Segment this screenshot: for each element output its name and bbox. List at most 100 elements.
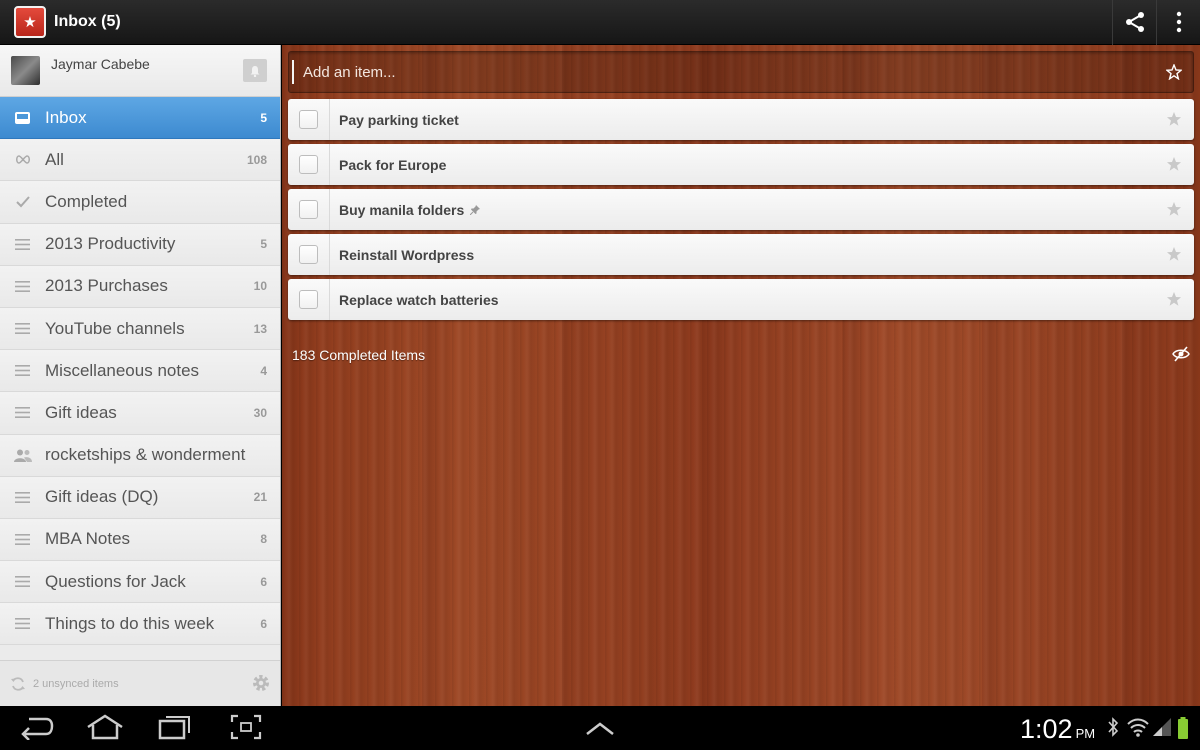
battery-icon [1178, 717, 1188, 739]
sidebar-item-label: rocketships & wonderment [45, 445, 246, 465]
task-checkbox[interactable] [299, 155, 318, 174]
task-label: Reinstall Wordpress [339, 246, 475, 263]
task-checkbox[interactable] [299, 290, 318, 309]
screenshot-icon[interactable] [230, 714, 262, 740]
system-bar: 1:02 PM [0, 706, 1200, 750]
sidebar-item-2013-purchases[interactable]: 2013 Purchases 10 [0, 265, 280, 308]
task-checkbox[interactable] [299, 110, 318, 129]
sidebar-item-label: 2013 Purchases [45, 276, 168, 296]
task-item[interactable]: Pack for Europe [288, 144, 1194, 185]
star-outline-icon [1166, 64, 1182, 80]
list-icon [15, 365, 30, 377]
home-icon[interactable] [86, 714, 124, 740]
sidebar: Jaymar Cabebe Inbox 5 All 108 Completed … [0, 45, 281, 706]
sidebar-item-gift-ideas-dq[interactable]: Gift ideas (DQ) 21 [0, 476, 280, 519]
task-checkbox[interactable] [299, 200, 318, 219]
list-container: Inbox 5 All 108 Completed 2013 Productiv… [0, 97, 280, 646]
sidebar-item-count: 5 [260, 237, 267, 252]
avatar [11, 56, 40, 85]
sidebar-item-count: 6 [260, 574, 267, 589]
task-label: Buy manila folders [339, 201, 465, 218]
pin-icon [470, 204, 481, 215]
action-bar: ★ Inbox (5) [0, 0, 1200, 45]
sidebar-item-2013-productivity[interactable]: 2013 Productivity 5 [0, 223, 280, 266]
sidebar-item-inbox[interactable]: Inbox 5 [0, 97, 280, 140]
list-icon [15, 280, 30, 292]
task-divider [329, 189, 330, 230]
sidebar-item-rocketships[interactable]: rocketships & wonderment [0, 434, 280, 477]
eye-off-icon[interactable] [1172, 345, 1190, 363]
chevron-up-icon[interactable] [585, 722, 615, 736]
overflow-menu-button[interactable] [1156, 0, 1200, 45]
sync-icon[interactable] [10, 676, 26, 692]
task-divider [329, 99, 330, 140]
sidebar-item-mba-notes[interactable]: MBA Notes 8 [0, 518, 280, 562]
sidebar-item-things-to-do[interactable]: Things to do this week 6 [0, 603, 280, 646]
list-icon [15, 576, 30, 588]
task-item[interactable]: Buy manila folders [288, 189, 1194, 230]
user-name: Jaymar Cabebe [51, 55, 150, 72]
app-logo[interactable]: ★ [14, 6, 46, 38]
sidebar-item-label: Miscellaneous notes [45, 360, 200, 380]
task-item[interactable]: Pay parking ticket [288, 99, 1194, 140]
clock-time: 1:02 [1020, 714, 1073, 744]
sidebar-item-completed[interactable]: Completed [0, 181, 280, 224]
task-divider [329, 234, 330, 275]
sidebar-item-label: All [45, 149, 64, 169]
bell-icon [250, 65, 260, 77]
task-panel: Pay parking ticket Pack for Europe Buy m… [282, 45, 1200, 706]
sidebar-item-youtube-channels[interactable]: YouTube channels 13 [0, 307, 280, 351]
sidebar-footer: 2 unsynced items [0, 660, 280, 706]
list-icon [15, 323, 30, 335]
sidebar-item-label: Questions for Jack [45, 571, 186, 591]
add-item-star-button[interactable] [1155, 64, 1193, 80]
completed-items-label: 183 Completed Items [292, 347, 426, 363]
task-item[interactable]: Replace watch batteries [288, 279, 1194, 320]
sidebar-item-label: Gift ideas (DQ) [45, 487, 159, 507]
sidebar-item-label: 2013 Productivity [45, 234, 176, 254]
sidebar-item-miscellaneous-notes[interactable]: Miscellaneous notes 4 [0, 350, 280, 393]
gear-icon[interactable] [251, 673, 271, 693]
star-icon[interactable] [1166, 111, 1182, 127]
list-icon [15, 407, 30, 419]
infinity-icon [15, 155, 30, 165]
sidebar-item-count: 8 [260, 532, 267, 547]
star-icon: ★ [23, 13, 37, 31]
page-title: Inbox (5) [54, 13, 121, 30]
shared-users-icon [13, 449, 32, 462]
back-icon[interactable] [20, 714, 54, 740]
sidebar-item-label: YouTube channels [45, 318, 185, 338]
sidebar-item-questions-for-jack[interactable]: Questions for Jack 6 [0, 561, 280, 604]
star-icon[interactable] [1166, 201, 1182, 217]
task-item[interactable]: Reinstall Wordpress [288, 234, 1194, 275]
list-icon [15, 533, 30, 545]
recent-apps-icon[interactable] [158, 714, 192, 740]
task-divider [329, 279, 330, 320]
task-checkbox[interactable] [299, 245, 318, 264]
sidebar-item-label: Gift ideas [45, 402, 117, 422]
add-item-bar [288, 51, 1194, 93]
sidebar-item-label: Inbox [45, 107, 87, 127]
star-icon[interactable] [1166, 156, 1182, 172]
task-label: Pay parking ticket [339, 111, 459, 128]
sidebar-item-label: Things to do this week [45, 613, 215, 633]
sidebar-item-count: 21 [253, 490, 267, 505]
notifications-button[interactable] [243, 59, 267, 82]
sidebar-item-count: 30 [253, 405, 267, 420]
signal-icon [1153, 718, 1171, 736]
share-button[interactable] [1112, 0, 1156, 45]
user-row[interactable]: Jaymar Cabebe [0, 45, 280, 97]
clock-ampm: PM [1075, 726, 1096, 741]
share-icon [1125, 12, 1144, 32]
add-item-input[interactable] [292, 60, 1155, 84]
sidebar-item-count: 4 [260, 363, 267, 378]
unsynced-status: 2 unsynced items [33, 677, 119, 690]
sidebar-item-count: 10 [253, 279, 267, 294]
sidebar-item-all[interactable]: All 108 [0, 139, 280, 182]
star-icon[interactable] [1166, 246, 1182, 262]
task-label: Pack for Europe [339, 156, 447, 173]
sidebar-item-gift-ideas[interactable]: Gift ideas 30 [0, 392, 280, 435]
star-icon[interactable] [1166, 291, 1182, 307]
completed-items-row[interactable]: 183 Completed Items [292, 345, 1190, 365]
task-label: Replace watch batteries [339, 291, 499, 308]
